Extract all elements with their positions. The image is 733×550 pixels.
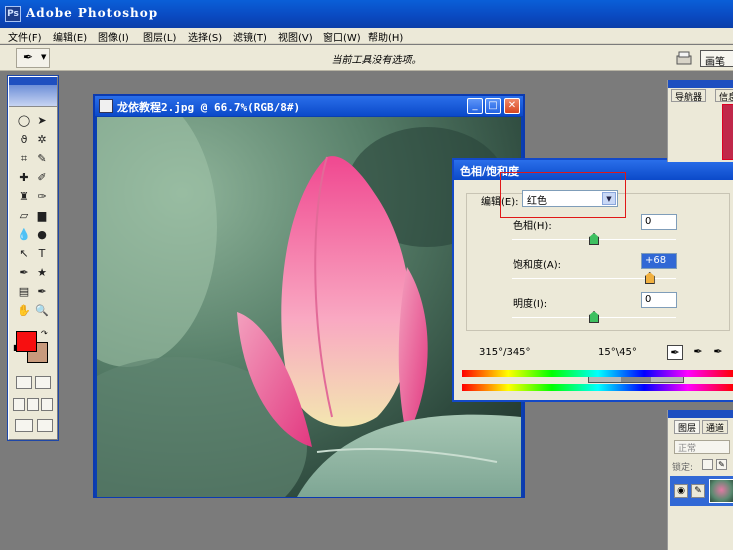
gradient-tool-icon[interactable]: ▆ bbox=[33, 206, 51, 225]
brushes-palette-tab[interactable]: 画笔 bbox=[700, 50, 733, 68]
menu-image[interactable]: 图像(I) bbox=[98, 29, 129, 44]
brush-tool-icon[interactable]: ✐ bbox=[33, 168, 51, 187]
navigator-header[interactable] bbox=[668, 80, 733, 88]
magic-wand-icon[interactable]: ✲ bbox=[33, 130, 51, 149]
move-tool-icon[interactable]: ➤ bbox=[33, 111, 51, 130]
navigator-tab[interactable]: 导航器 bbox=[671, 89, 707, 103]
eyedropper-icon[interactable]: ✒ bbox=[667, 345, 683, 360]
saturation-input[interactable]: +68 bbox=[641, 253, 677, 269]
eye-icon[interactable]: ◉ bbox=[674, 484, 688, 498]
options-message: 当前工具没有选项。 bbox=[331, 55, 422, 66]
color-range-core[interactable] bbox=[621, 377, 651, 382]
document-icon bbox=[99, 99, 113, 113]
blur-tool-icon[interactable]: 💧 bbox=[15, 225, 33, 244]
close-button[interactable]: ✕ bbox=[504, 98, 520, 114]
eraser-tool-icon[interactable]: ▱ bbox=[15, 206, 33, 225]
info-tab[interactable]: 信息 bbox=[715, 89, 733, 103]
lock-transparency-icon[interactable] bbox=[702, 459, 713, 470]
hand-tool-icon[interactable]: ✋ bbox=[15, 301, 33, 320]
layers-header[interactable] bbox=[668, 410, 733, 418]
menu-help[interactable]: 帮助(H) bbox=[368, 29, 403, 44]
swap-colors-icon[interactable]: ↷ bbox=[41, 329, 48, 338]
color-bar-top bbox=[462, 370, 733, 377]
screen-mode-standard-button[interactable] bbox=[13, 398, 25, 411]
standard-mode-button[interactable] bbox=[16, 376, 32, 389]
shape-tool-icon[interactable]: ★ bbox=[33, 263, 51, 282]
maximize-button[interactable]: □ bbox=[485, 98, 501, 114]
notes-tool-icon[interactable]: ▤ bbox=[15, 282, 33, 301]
lock-brush-icon[interactable]: ✎ bbox=[716, 459, 727, 470]
channels-tab[interactable]: 通道 bbox=[702, 420, 729, 434]
menu-file[interactable]: 文件(F) bbox=[8, 29, 42, 44]
eyedropper-plus-icon[interactable]: ✒ bbox=[690, 345, 706, 360]
toolbox: ◯➤ ϑ✲ ⌗✎ ✚✐ ♜✑ ▱▆ 💧● ↖T ✒★ ▤✒ ✋🔍 ■ ↷ bbox=[7, 75, 59, 441]
toolbox-header[interactable] bbox=[9, 77, 57, 85]
ellipse-marquee-icon[interactable]: ◯ bbox=[15, 111, 33, 130]
range-right-readout: 15°\45° bbox=[598, 347, 637, 358]
crop-tool-icon[interactable]: ⌗ bbox=[15, 149, 33, 168]
feather-logo-icon[interactable] bbox=[9, 85, 57, 107]
screen-mode-full-menu-button[interactable] bbox=[27, 398, 39, 411]
color-range-selector[interactable] bbox=[588, 377, 684, 383]
hue-label: 色相(H): bbox=[513, 221, 552, 232]
screen-mode-full-button[interactable] bbox=[41, 398, 53, 411]
stamp-tool-icon[interactable]: ♜ bbox=[15, 187, 33, 206]
tool-grid: ◯ ➤ ϑ ✲ ⌗ ✎ ✚ ✐ ♜ ✑ ▱ ▆ 💧 ● ↖ T ✒ ★ ▤ ✒ ✋ 🔍 bbox=[15, 111, 53, 320]
lasso-tool-icon[interactable]: ϑ bbox=[15, 130, 33, 149]
photoshop-logo-icon: Ps bbox=[5, 6, 21, 22]
menu-layer[interactable]: 图层(L) bbox=[143, 29, 176, 44]
history-brush-icon[interactable]: ✑ bbox=[33, 187, 51, 206]
menu-filter[interactable]: 滤镜(T) bbox=[233, 29, 267, 44]
lock-label: 锁定: bbox=[672, 463, 694, 473]
document-title: 龙依教程2.jpg @ 66.7%(RGB/8#) bbox=[117, 101, 301, 114]
zoom-tool-icon[interactable]: 🔍 bbox=[33, 301, 51, 320]
quick-mask-button[interactable] bbox=[35, 376, 51, 389]
navigator-thumbnail[interactable] bbox=[722, 104, 733, 160]
blend-mode-select[interactable]: 正常 bbox=[674, 440, 730, 454]
menu-edit[interactable]: 编辑(E) bbox=[53, 29, 87, 44]
menu-bar: 文件(F) 编辑(E) 图像(I) 图层(L) 选择(S) 滤镜(T) 视图(V… bbox=[0, 28, 733, 44]
menu-select[interactable]: 选择(S) bbox=[188, 29, 222, 44]
eyedropper-minus-icon[interactable]: ✒ bbox=[710, 345, 726, 360]
layer-thumbnail bbox=[709, 479, 733, 503]
dodge-tool-icon[interactable]: ● bbox=[33, 225, 51, 244]
highlight-annotation bbox=[500, 172, 626, 218]
pen-tool-icon[interactable]: ✒ bbox=[15, 263, 33, 282]
slice-tool-icon[interactable]: ✎ bbox=[33, 149, 51, 168]
lightness-input[interactable]: 0 bbox=[641, 292, 677, 308]
file-browser-icon[interactable] bbox=[675, 50, 693, 66]
saturation-label: 饱和度(A): bbox=[513, 260, 562, 271]
app-title: Adobe Photoshop bbox=[26, 6, 159, 20]
healing-brush-icon[interactable]: ✚ bbox=[15, 168, 33, 187]
color-bar-bottom bbox=[462, 384, 733, 391]
edit-in-imageready-button[interactable] bbox=[37, 419, 53, 432]
navigator-palette: 导航器 信息 bbox=[667, 80, 733, 162]
options-bar: ✒ ▼ 当前工具没有选项。 画笔 bbox=[0, 45, 733, 71]
menu-window[interactable]: 窗口(W) bbox=[323, 29, 361, 44]
range-left-readout: 315°/345° bbox=[479, 347, 531, 358]
layers-palette: 图层 通道 正常 锁定: ✎ ◉ ✎ bbox=[667, 410, 733, 550]
layers-tab[interactable]: 图层 bbox=[674, 420, 701, 434]
minimize-button[interactable]: _ bbox=[467, 98, 483, 114]
lightness-label: 明度(I): bbox=[513, 299, 548, 310]
foreground-color-swatch[interactable] bbox=[16, 331, 37, 352]
layer-row[interactable]: ◉ ✎ bbox=[670, 476, 733, 506]
hue-input[interactable]: 0 bbox=[641, 214, 677, 230]
jump-to-imageready-button[interactable] bbox=[15, 419, 33, 432]
app-title-bar: Ps Adobe Photoshop bbox=[0, 0, 733, 28]
path-select-icon[interactable]: ↖ bbox=[15, 244, 33, 263]
eyedropper-tool-icon[interactable]: ✒ bbox=[33, 282, 51, 301]
type-tool-icon[interactable]: T bbox=[33, 244, 51, 263]
brush-icon[interactable]: ✎ bbox=[691, 484, 705, 498]
document-title-bar[interactable]: 龙依教程2.jpg @ 66.7%(RGB/8#) _ □ ✕ bbox=[95, 96, 523, 116]
menu-view[interactable]: 视图(V) bbox=[278, 29, 313, 44]
